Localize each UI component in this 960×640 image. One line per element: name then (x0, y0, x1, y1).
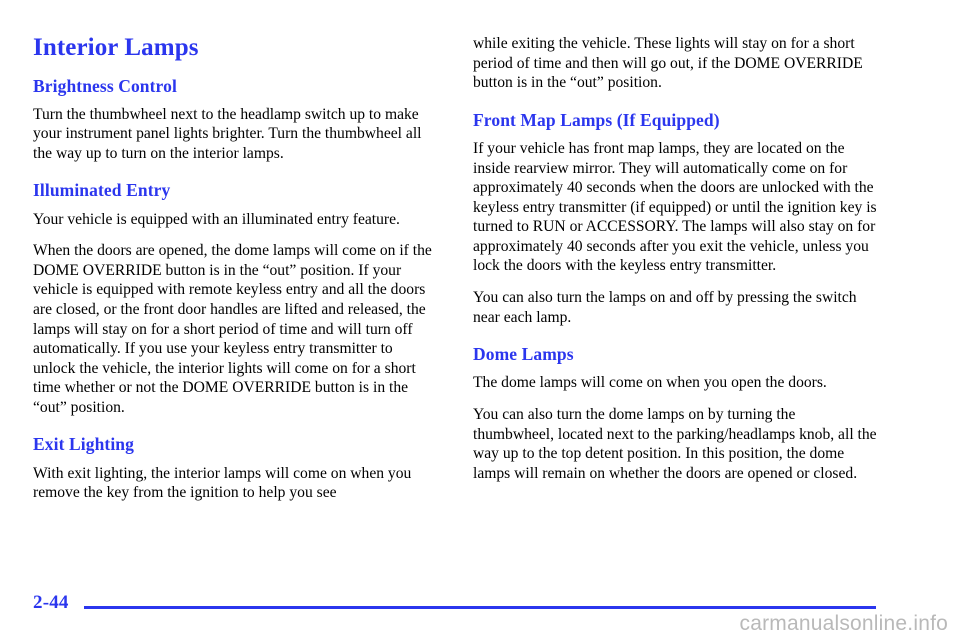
heading-front-map-lamps: Front Map Lamps (If Equipped) (473, 109, 720, 130)
watermark-text: carmanualsonline.info (739, 612, 948, 635)
paragraph-brightness-control: Turn the thumbwheel next to the headlamp… (33, 105, 422, 162)
paragraph-front-map-lamps-2: You can also turn the lamps on and off b… (473, 289, 857, 326)
page-title: Interior Lamps (33, 34, 199, 61)
footer-divider-rule (84, 606, 876, 609)
heading-exit-lighting: Exit Lighting (33, 434, 134, 455)
manual-page: Interior Lamps Brightness Control Turn t… (0, 0, 960, 640)
page-columns: Interior Lamps Brightness Control Turn t… (33, 34, 915, 574)
paragraph-exit-lighting-continued: while exiting the vehicle. These lights … (473, 35, 863, 92)
paragraph-dome-lamps-1: The dome lamps will come on when you ope… (473, 374, 827, 392)
left-column: Interior Lamps Brightness Control Turn t… (33, 34, 439, 503)
heading-dome-lamps: Dome Lamps (473, 344, 574, 365)
heading-brightness-control: Brightness Control (33, 75, 177, 96)
paragraph-dome-lamps-2: You can also turn the dome lamps on by t… (473, 405, 877, 482)
paragraph-illuminated-entry-2: When the doors are opened, the dome lamp… (33, 242, 432, 416)
paragraph-front-map-lamps-1: If your vehicle has front map lamps, the… (473, 139, 877, 275)
heading-illuminated-entry: Illuminated Entry (33, 180, 171, 201)
paragraph-exit-lighting: With exit lighting, the interior lamps w… (33, 464, 412, 502)
paragraph-illuminated-entry-1: Your vehicle is equipped with an illumin… (33, 210, 400, 228)
page-number: 2-44 (33, 592, 69, 613)
right-column: while exiting the vehicle. These lights … (473, 34, 879, 483)
